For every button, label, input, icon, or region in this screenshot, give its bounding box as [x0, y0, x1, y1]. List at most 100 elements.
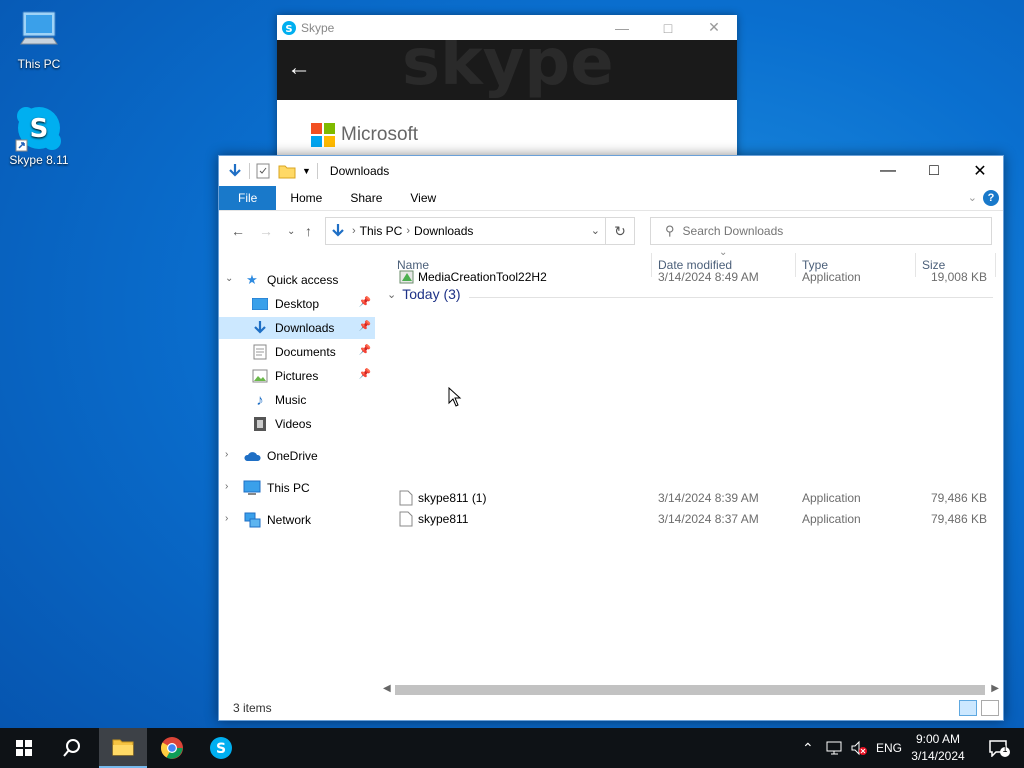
search-icon: ⚲: [665, 223, 675, 238]
explorer-minimize-button[interactable]: —: [865, 156, 911, 186]
nav-documents[interactable]: Documents 📌: [219, 341, 375, 363]
collapse-chevron-icon[interactable]: ⌄: [225, 273, 233, 284]
desktop-icon-label: Skype 8.11: [9, 153, 69, 167]
desktop-icon-skype[interactable]: S Skype 8.11: [3, 104, 75, 167]
svg-text:S: S: [285, 24, 292, 35]
microsoft-wordmark: Microsoft: [341, 124, 419, 145]
ribbon-tabs: File Home Share View ⌄ ?: [219, 186, 1003, 211]
this-pc-icon: [20, 11, 58, 45]
nav-label: Desktop: [275, 297, 320, 311]
chrome-icon: [161, 737, 183, 759]
file-row[interactable]: skype811 (1) 3/14/2024 8:39 AM Applicati…: [395, 488, 995, 509]
explorer-close-button[interactable]: ✕: [957, 156, 1003, 186]
desktop-icon-this-pc[interactable]: This PC: [3, 8, 75, 71]
quick-access-dropdown-icon[interactable]: ▼: [302, 166, 311, 176]
address-bar[interactable]: › This PC › Downloads ⌄ ↻: [325, 217, 635, 245]
item-count: 3 items: [233, 701, 272, 715]
downloads-location-icon: [332, 224, 344, 237]
skype-maximize-button[interactable]: □: [645, 15, 691, 40]
search-box[interactable]: ⚲: [650, 217, 992, 245]
tab-share[interactable]: Share: [336, 186, 396, 210]
nav-quick-access[interactable]: ⌄ ★ Quick access: [219, 269, 379, 291]
clock[interactable]: 9:00 AM 3/14/2024: [906, 731, 970, 765]
scroll-right-arrow-icon[interactable]: ▶: [991, 683, 999, 694]
properties-icon[interactable]: [256, 163, 270, 179]
expand-chevron-icon[interactable]: ›: [225, 449, 228, 460]
tab-view[interactable]: View: [396, 186, 450, 210]
pin-icon[interactable]: 📌: [359, 369, 371, 380]
explorer-titlebar[interactable]: ▼ Downloads — □ ✕: [219, 156, 1003, 186]
pin-icon[interactable]: 📌: [359, 321, 371, 332]
pin-icon[interactable]: 📌: [359, 297, 371, 308]
taskbar-skype[interactable]: S: [197, 728, 245, 768]
input-language-indicator[interactable]: ENG: [876, 728, 902, 768]
skype-close-button[interactable]: ✕: [691, 15, 737, 40]
ribbon-expand-chevron-icon[interactable]: ⌄: [968, 191, 977, 204]
tab-file[interactable]: File: [219, 186, 277, 210]
search-icon: [63, 739, 80, 757]
file-size: 79,486 KB: [930, 512, 987, 526]
svg-text:S: S: [216, 741, 226, 757]
skype-minimize-button[interactable]: —: [599, 15, 645, 40]
nav-desktop[interactable]: Desktop 📌: [219, 293, 375, 315]
action-center-button[interactable]: 1: [988, 739, 1010, 760]
tab-home[interactable]: Home: [276, 186, 336, 210]
breadcrumb-chevron-icon[interactable]: ›: [406, 225, 410, 237]
expand-chevron-icon[interactable]: ›: [225, 513, 228, 524]
forward-button[interactable]: →: [259, 223, 273, 239]
column-divider[interactable]: [995, 253, 996, 277]
breadcrumb-this-pc[interactable]: This PC: [360, 224, 403, 238]
skype-icon: S: [282, 20, 296, 35]
skype-window[interactable]: S Skype — □ ✕ skype ← Microsoft: [277, 15, 737, 165]
details-view-icon[interactable]: [959, 700, 977, 716]
start-button[interactable]: [0, 728, 48, 768]
network-status-button[interactable]: [826, 728, 844, 768]
computer-icon: [243, 480, 261, 496]
blank-file-icon: [399, 490, 413, 509]
nav-network[interactable]: › Network: [219, 509, 379, 531]
up-button[interactable]: ↑: [305, 223, 312, 239]
new-folder-icon[interactable]: [278, 163, 296, 179]
recent-locations-icon[interactable]: ⌄: [287, 226, 295, 237]
back-arrow-icon[interactable]: ←: [287, 54, 311, 82]
breadcrumb-downloads[interactable]: Downloads: [414, 224, 473, 238]
nav-downloads[interactable]: Downloads 📌: [219, 317, 375, 339]
pin-icon[interactable]: 📌: [359, 345, 371, 356]
pictures-folder-icon: [251, 368, 269, 384]
search-input[interactable]: [680, 223, 965, 239]
nav-onedrive[interactable]: › OneDrive: [219, 445, 379, 467]
nav-label: Quick access: [267, 273, 339, 287]
help-icon[interactable]: ?: [983, 190, 999, 206]
file-explorer-window[interactable]: ▼ Downloads — □ ✕ File Home Share View ⌄…: [218, 155, 1004, 721]
collapse-chevron-icon[interactable]: ⌄: [387, 288, 396, 301]
videos-folder-icon: [251, 416, 269, 432]
skype-icon: S: [210, 737, 232, 759]
nav-music[interactable]: ♪ Music: [219, 389, 375, 411]
large-icons-view-icon[interactable]: [981, 700, 999, 716]
skype-titlebar[interactable]: S Skype — □ ✕: [277, 15, 737, 40]
address-dropdown-icon[interactable]: ⌄: [591, 224, 600, 237]
file-name: MediaCreationTool22H2: [418, 270, 547, 284]
explorer-maximize-button[interactable]: □: [911, 156, 957, 186]
taskbar-file-explorer[interactable]: [99, 728, 147, 768]
scrollbar-thumb[interactable]: [395, 685, 985, 695]
nav-this-pc[interactable]: › This PC: [219, 477, 379, 499]
refresh-icon[interactable]: ↻: [605, 218, 634, 244]
nav-videos[interactable]: Videos: [219, 413, 375, 435]
taskbar-chrome[interactable]: [148, 728, 196, 768]
scroll-left-arrow-icon[interactable]: ◀: [383, 683, 391, 694]
download-arrow-icon[interactable]: [227, 163, 243, 179]
group-header-today[interactable]: ⌄ Today (3): [387, 286, 461, 302]
expand-chevron-icon[interactable]: ›: [225, 481, 228, 492]
show-hidden-icons-button[interactable]: ⌃: [802, 728, 814, 768]
volume-button[interactable]: [850, 728, 868, 768]
cloud-icon: [243, 448, 261, 464]
breadcrumb-chevron-icon[interactable]: ›: [352, 225, 356, 237]
search-button[interactable]: [48, 728, 96, 768]
file-row[interactable]: skype811 3/14/2024 8:37 AM Application 7…: [395, 509, 995, 530]
file-row[interactable]: MediaCreationTool22H2 3/14/2024 8:49 AM …: [395, 267, 995, 288]
nav-pictures[interactable]: Pictures 📌: [219, 365, 375, 387]
back-button[interactable]: ←: [231, 223, 245, 239]
skype-shortcut-icon: S: [15, 107, 61, 152]
language-label: ENG: [876, 741, 903, 755]
